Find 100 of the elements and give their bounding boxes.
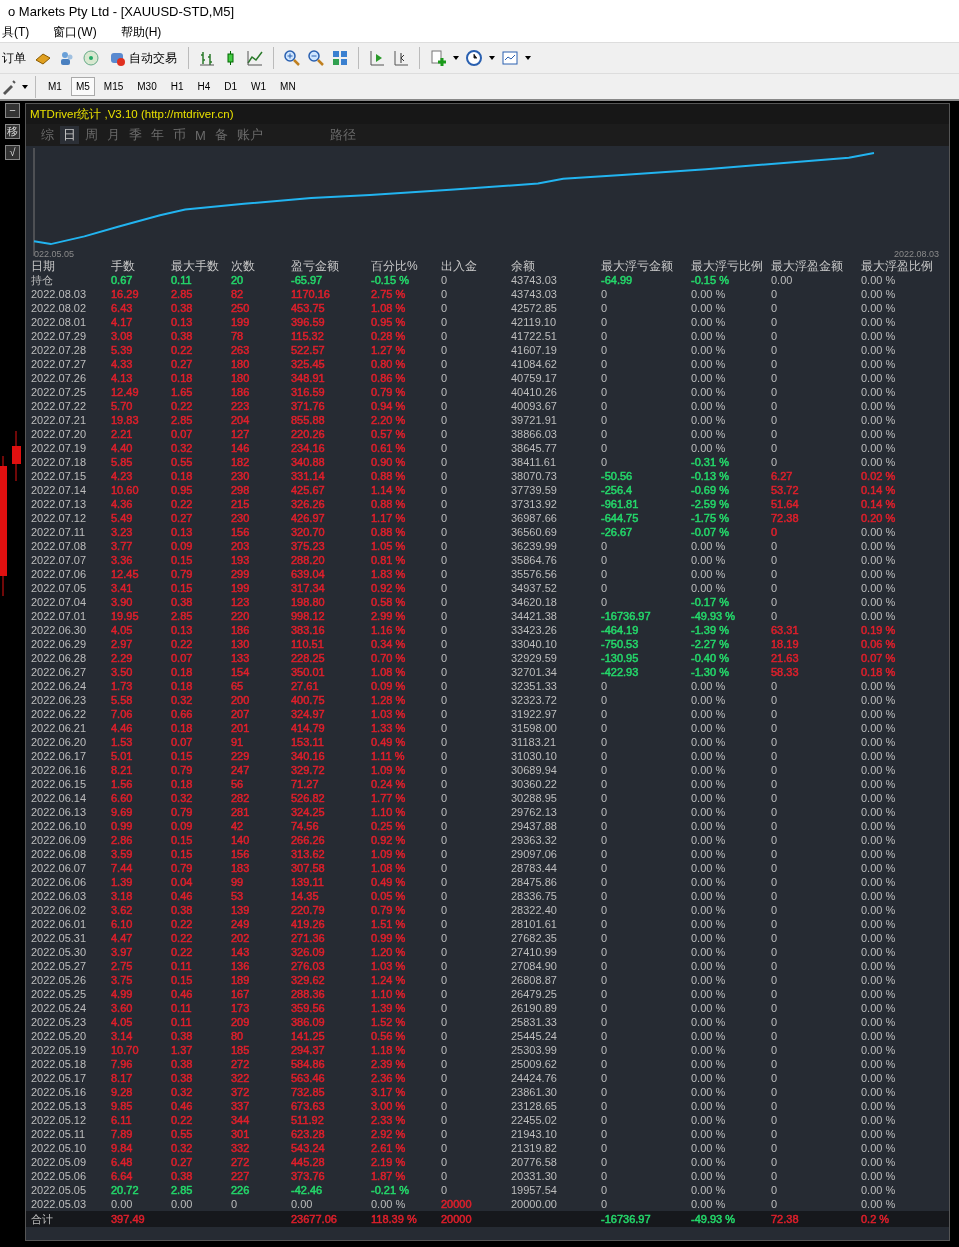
table-cell: 250 <box>231 301 250 315</box>
table-cell: 271.36 <box>291 931 325 945</box>
table-cell: -0.69 % <box>691 483 729 497</box>
table-cell: 0 <box>601 1071 608 1085</box>
table-cell: 0 <box>441 483 448 497</box>
table-cell: 0 <box>601 763 608 777</box>
clock-icon[interactable] <box>465 49 483 67</box>
table-cell: 1.73 <box>111 679 133 693</box>
table-cell: 4.17 <box>111 315 133 329</box>
table-cell: 0.79 <box>171 861 193 875</box>
table-cell: 0.00 % <box>691 735 726 749</box>
side-button[interactable]: − <box>5 103 20 118</box>
row-label: 2022.05.12 <box>31 1113 87 1127</box>
new-order-button[interactable]: 订单 <box>0 49 28 67</box>
template-icon[interactable] <box>501 49 519 67</box>
table-cell: 0.15 <box>171 847 193 861</box>
table-cell: 0.00 % <box>691 791 726 805</box>
table-cell: 0.00 % <box>861 1001 896 1015</box>
add-indicator-icon[interactable] <box>429 49 447 67</box>
timeframe-button[interactable]: MN <box>275 77 301 96</box>
timeframe-button[interactable]: M1 <box>43 77 67 96</box>
table-cell-text: 0.2 % <box>861 1212 890 1227</box>
table-cell: 0.15 <box>171 749 193 763</box>
auto-trading-button[interactable]: 自动交易 <box>106 49 179 67</box>
table-cell: 2.39 % <box>371 1057 406 1071</box>
table-cell: 10.70 <box>111 1043 139 1057</box>
table-cell: 543.24 <box>291 1141 325 1155</box>
caret-icon[interactable] <box>525 56 531 60</box>
table-cell: 0.27 <box>171 357 193 371</box>
table-cell: 0.00 % <box>861 1043 896 1057</box>
tab[interactable]: 日 <box>60 126 79 144</box>
table-cell: 0.28 % <box>371 329 406 343</box>
table-cell: 0.00 % <box>691 917 726 931</box>
table-cell: 0 <box>441 861 448 875</box>
table-cell: 0.00 % <box>861 945 896 959</box>
row-label: 2022.08.01 <box>31 315 87 329</box>
timeframe-button[interactable]: M5 <box>70 77 95 96</box>
side-button[interactable]: 移 <box>5 124 20 139</box>
timeframe-button[interactable]: H4 <box>192 77 216 96</box>
table-cell: 36239.99 <box>511 539 557 553</box>
table-cell: 0.38 <box>171 595 193 609</box>
timeframe-button[interactable]: M15 <box>98 77 129 96</box>
line-chart-icon[interactable] <box>246 49 264 67</box>
table-cell: 42119.10 <box>511 315 557 329</box>
table-cell: 0 <box>441 1057 448 1071</box>
row-label: 2022.08.03 <box>31 287 87 301</box>
table-cell: 0.00 % <box>691 987 726 1001</box>
table-cell: 0 <box>601 567 608 581</box>
side-button[interactable]: √ <box>5 145 20 160</box>
timeframe-button[interactable]: H1 <box>165 77 189 96</box>
table-cell: 1.17 % <box>371 511 406 525</box>
row-label: 2022.07.04 <box>31 595 87 609</box>
timeframe-button[interactable]: W1 <box>246 77 272 96</box>
table-cell: 348.91 <box>291 371 325 385</box>
menu-item[interactable]: 具(T) <box>0 23 32 41</box>
column-header: 最大浮盈比例 <box>861 259 934 273</box>
menu-item[interactable]: 帮助(H) <box>118 23 164 41</box>
table-cell: 0.49 % <box>371 735 406 749</box>
table-cell: 21943.10 <box>511 1127 557 1141</box>
tile-windows-icon[interactable] <box>331 49 349 67</box>
table-cell: 249 <box>231 917 250 931</box>
table-cell: 263 <box>231 343 250 357</box>
table-cell: 0 <box>601 1085 608 1099</box>
bar-chart-icon[interactable] <box>198 49 216 67</box>
row-label: 2022.05.19 <box>31 1043 87 1057</box>
table-cell: 0 <box>441 1085 448 1099</box>
timeframe-button[interactable]: D1 <box>219 77 243 96</box>
table-cell: 0.13 <box>171 525 193 539</box>
table-cell: 1.08 % <box>371 861 406 875</box>
chart-scroll-icon[interactable] <box>368 49 386 67</box>
table-cell: 0 <box>601 819 608 833</box>
caret-icon[interactable] <box>453 56 459 60</box>
row-label: 2022.07.13 <box>31 497 87 511</box>
table-cell: -0.21 % <box>371 1183 409 1197</box>
caret-icon[interactable] <box>22 84 28 89</box>
table-cell: 0 <box>441 693 448 707</box>
table-cell: 276.03 <box>291 959 325 973</box>
table-cell: 0.32 <box>171 441 193 455</box>
chart-shift-icon[interactable] <box>392 49 410 67</box>
row-label: 合计 <box>31 1212 53 1227</box>
table-cell: 0 <box>601 1029 608 1043</box>
table-cell: 294.37 <box>291 1043 325 1057</box>
table-cell: 6.60 <box>111 791 133 805</box>
table-cell: 5.85 <box>111 455 133 469</box>
table-cell: 0 <box>771 1001 778 1015</box>
table-cell: 0 <box>771 721 778 735</box>
table-cell: 0 <box>441 791 448 805</box>
menu-item[interactable]: 窗口(W) <box>51 23 99 41</box>
table-cell: 0.00 % <box>861 455 896 469</box>
row-label: 2022.05.31 <box>31 931 87 945</box>
timeframe-button[interactable]: M30 <box>132 77 162 96</box>
table-cell: 0.49 % <box>371 875 406 889</box>
table-cell: 0.00 <box>111 1197 133 1211</box>
table-cell: 0 <box>601 441 608 455</box>
table-cell: 4.23 <box>111 469 133 483</box>
caret-icon[interactable] <box>489 56 495 60</box>
table-cell: 0 <box>441 469 448 483</box>
zoom-out-icon[interactable] <box>307 49 325 67</box>
zoom-in-icon[interactable] <box>283 49 301 67</box>
table-cell: 30360.22 <box>511 777 557 791</box>
